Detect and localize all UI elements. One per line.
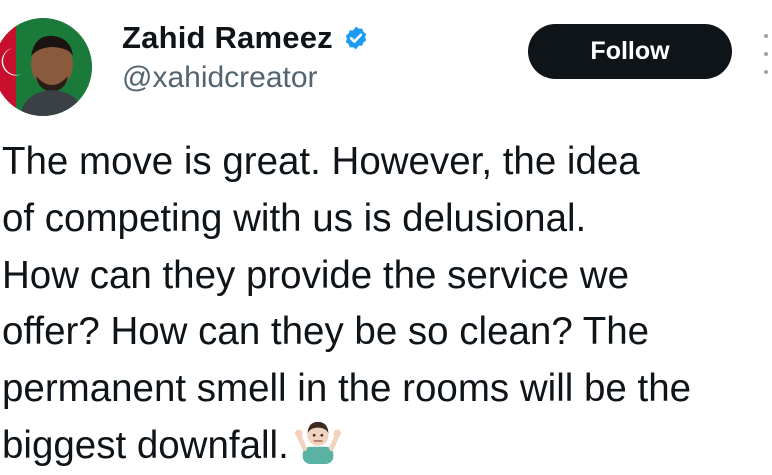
avatar-photo-icon bbox=[0, 18, 92, 116]
author-name[interactable]: Zahid Rameez bbox=[122, 20, 333, 56]
author-name-row: Zahid Rameez bbox=[122, 18, 369, 58]
tweet-text: The move is great. However, the idea of … bbox=[2, 134, 772, 475]
tweet-body: The move is great. However, the idea of … bbox=[2, 140, 692, 467]
more-options-icon[interactable] bbox=[760, 34, 772, 74]
follow-button[interactable]: Follow bbox=[528, 24, 732, 79]
person-shrugging-emoji-icon bbox=[294, 421, 341, 464]
avatar[interactable] bbox=[0, 18, 92, 116]
author-handle[interactable]: @xahidcreator bbox=[122, 61, 318, 95]
verified-badge-icon bbox=[345, 26, 367, 50]
